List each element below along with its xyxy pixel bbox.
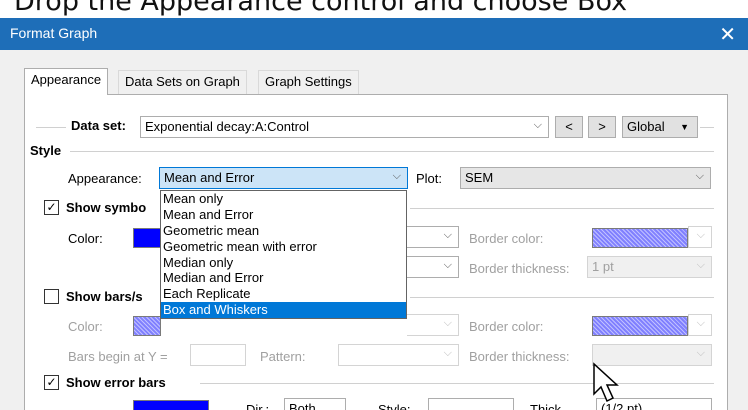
- option-median-only[interactable]: Median only: [161, 255, 406, 271]
- divider: [410, 208, 714, 209]
- appearance-value: Mean and Error: [164, 170, 255, 185]
- symbol-shape-select[interactable]: ⌵: [407, 226, 459, 248]
- option-geometric-mean[interactable]: Geometric mean: [161, 223, 406, 239]
- error-style-label: Style:: [378, 402, 411, 410]
- chevron-down-icon: ⌵: [443, 317, 452, 329]
- symbol-border-color-label: Border color:: [469, 231, 544, 246]
- plot-value: SEM: [465, 170, 494, 185]
- error-bar-color-swatch[interactable]: [133, 400, 209, 410]
- symbol-color-label: Color:: [68, 231, 103, 246]
- bars-border-color-swatch[interactable]: [592, 316, 688, 336]
- divider: [200, 383, 714, 384]
- scope-value: Global: [627, 119, 665, 134]
- show-symbols-checkbox[interactable]: ✓: [44, 200, 59, 215]
- appearance-select[interactable]: Mean and Error ⌵: [159, 167, 408, 189]
- pattern-select[interactable]: ⌵: [338, 344, 459, 366]
- chevron-down-icon: ⌵: [533, 119, 542, 131]
- next-dataset-button[interactable]: >: [588, 116, 616, 138]
- tab-data-sets-on-graph[interactable]: Data Sets on Graph: [118, 70, 247, 94]
- bars-color-swatch[interactable]: [133, 316, 161, 336]
- symbol-border-color-swatch[interactable]: [592, 228, 688, 248]
- error-dir-select[interactable]: Both: [284, 398, 346, 410]
- show-bars-label: Show bars/s: [66, 289, 143, 304]
- plot-select[interactable]: SEM ⌵: [460, 167, 711, 189]
- caret-down-icon: ▼: [680, 122, 689, 132]
- divider: [410, 297, 714, 298]
- option-median-and-error[interactable]: Median and Error: [161, 270, 406, 286]
- error-style-select[interactable]: [428, 398, 514, 410]
- style-header: Style: [30, 143, 62, 158]
- option-geometric-mean-with-error[interactable]: Geometric mean with error: [161, 239, 406, 255]
- prev-dataset-button[interactable]: <: [555, 116, 583, 138]
- divider: [70, 151, 714, 152]
- bars-border-thickness-label: Border thickness:: [469, 349, 570, 364]
- bars-width-select[interactable]: ⌵: [407, 314, 459, 336]
- bars-color-label: Color:: [68, 319, 103, 334]
- bars-border-color-label: Border color:: [469, 319, 544, 334]
- error-dir-label: Dir.:: [246, 402, 270, 410]
- symbol-color-swatch[interactable]: [133, 228, 161, 248]
- close-icon[interactable]: ✕: [719, 22, 736, 46]
- divider: [36, 127, 66, 128]
- symbol-size-select[interactable]: ⌵: [407, 256, 459, 278]
- option-mean-and-error[interactable]: Mean and Error: [161, 207, 406, 223]
- symbol-border-thickness-select[interactable]: 1 pt ⌵: [587, 256, 712, 278]
- chevron-down-icon: ⌵: [696, 317, 705, 329]
- chevron-down-icon: ⌵: [392, 170, 401, 182]
- chevron-down-icon: ⌵: [696, 229, 705, 241]
- divider: [700, 127, 714, 128]
- chevron-down-icon: ⌵: [696, 347, 705, 359]
- chevron-down-icon: ⌵: [443, 259, 452, 271]
- appearance-dropdown-list[interactable]: Mean only Mean and Error Geometric mean …: [160, 190, 407, 320]
- symbol-border-color-dropdown[interactable]: ⌵: [688, 226, 712, 248]
- chevron-down-icon: ⌵: [443, 229, 452, 241]
- chevron-down-icon: ⌵: [696, 259, 705, 271]
- window-title: Format Graph: [10, 25, 98, 41]
- option-box-and-whiskers[interactable]: Box and Whiskers: [161, 302, 406, 319]
- mouse-pointer-icon: [593, 362, 619, 403]
- show-bars-checkbox[interactable]: [44, 289, 59, 304]
- instruction-banner: Drop the Appearance control and choose B…: [0, 0, 748, 18]
- appearance-label: Appearance:: [68, 171, 142, 186]
- tab-appearance[interactable]: Appearance: [24, 68, 109, 95]
- symbol-border-thickness-label: Border thickness:: [469, 261, 570, 276]
- option-each-replicate[interactable]: Each Replicate: [161, 286, 406, 302]
- plot-label: Plot:: [416, 171, 443, 186]
- pattern-label: Pattern:: [260, 349, 306, 364]
- dataset-label: Data set:: [71, 118, 126, 133]
- dataset-select[interactable]: Exponential decay:A:Control ⌵: [140, 116, 549, 138]
- option-mean-only[interactable]: Mean only: [161, 191, 406, 207]
- instruction-text: Drop the Appearance control and choose B…: [14, 0, 628, 17]
- bars-begin-label: Bars begin at Y =: [68, 349, 168, 364]
- show-error-bars-label: Show error bars: [66, 375, 166, 390]
- error-thickness-label: Thick: [530, 402, 562, 410]
- title-bar: Format Graph ✕: [0, 18, 748, 50]
- show-error-bars-checkbox[interactable]: ✓: [44, 375, 59, 390]
- symbol-border-thickness-value: 1 pt: [592, 259, 614, 274]
- bars-begin-input[interactable]: [190, 344, 246, 366]
- chevron-down-icon: ⌵: [695, 170, 704, 182]
- bars-border-color-dropdown[interactable]: ⌵: [688, 314, 712, 336]
- tab-graph-settings[interactable]: Graph Settings: [258, 70, 359, 94]
- chevron-down-icon: ⌵: [443, 347, 452, 359]
- show-symbols-label: Show symbo: [66, 200, 147, 215]
- dataset-value: Exponential decay:A:Control: [145, 119, 310, 134]
- scope-select[interactable]: Global ▼: [622, 116, 698, 138]
- error-dir-value: Both: [289, 401, 316, 410]
